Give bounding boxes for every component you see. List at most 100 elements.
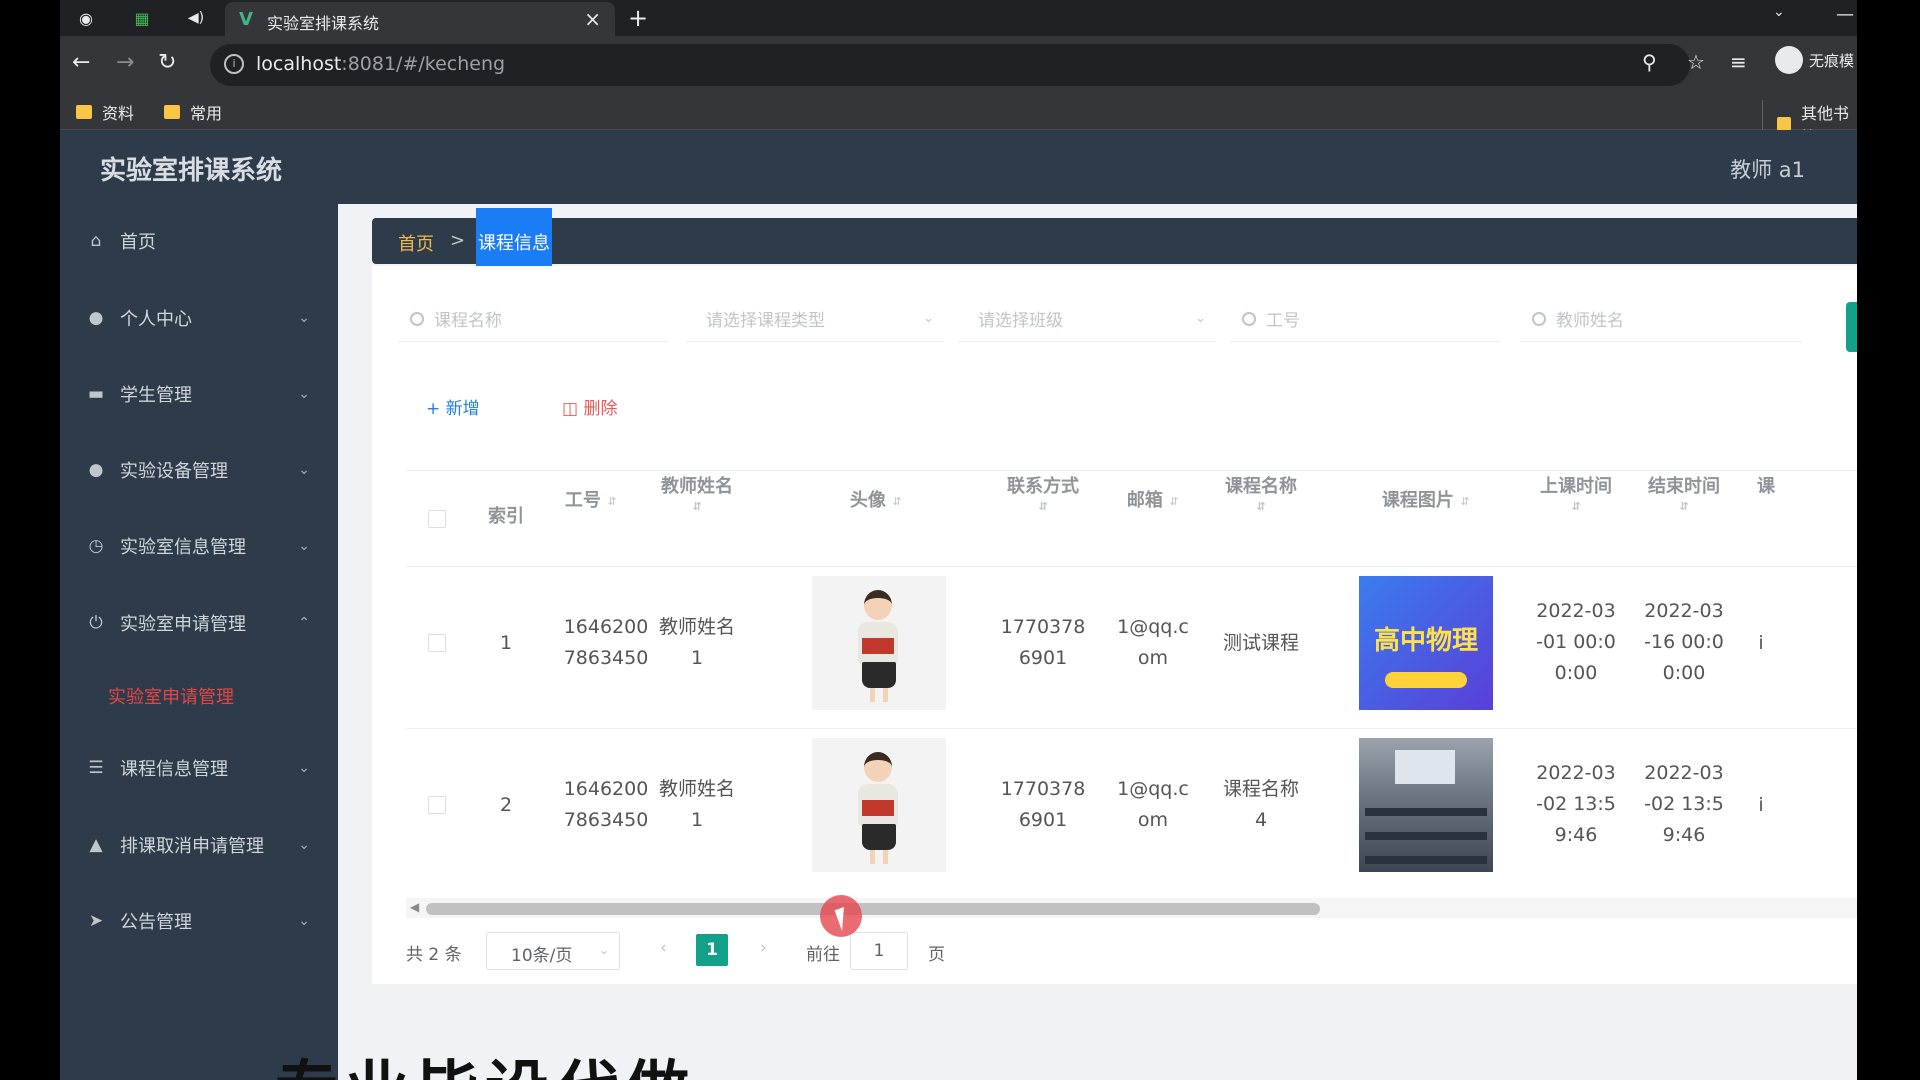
header-teacher-name[interactable]: 教师姓名 ⇵ [642,470,752,566]
delete-label: 删除 [583,399,618,419]
url-field[interactable]: i localhost:8081/#/kecheng [210,44,1690,86]
active-tab[interactable]: V 实验室排课系统 × [225,2,615,36]
cell-line: om [1137,809,1169,831]
placeholder: 请选择班级 [978,311,1063,331]
breadcrumb: 首页 > 课程信息 [372,208,1857,276]
trash-icon: ◫ [562,399,584,419]
audio-icon[interactable]: ◀) [184,6,208,30]
sidebar-item-profile[interactable]: ● 个人中心 ⌄ [60,293,338,343]
bookmark-folder-2[interactable]: 常用 [164,100,222,124]
sidebar-item-home[interactable]: ⌂ 首页 [60,216,338,266]
back-icon[interactable]: ← [72,50,90,75]
delete-button[interactable]: ◫ 删除 [562,394,617,419]
teacher-name-input[interactable]: 教师姓名 [1520,296,1802,342]
sort-icon[interactable]: ⇵ [1206,501,1316,512]
star-icon[interactable]: ☆ [1687,50,1705,74]
sidebar-item-notices[interactable]: ➤ 公告管理 ⌄ [60,896,338,946]
overlay-caption: 专业毕设代做 [275,1040,695,1080]
user-info[interactable]: 教师 a1 [1730,154,1805,184]
sort-icon[interactable]: ⇵ [1526,501,1626,512]
sort-icon[interactable]: ⇵ [642,501,752,512]
course-type-select[interactable]: 请选择课程类型 ⌄ [686,296,944,342]
scroll-thumb[interactable] [426,903,1320,915]
sidebar-item-students[interactable]: ▬ 学生管理 ⌄ [60,369,338,419]
forward-icon[interactable]: → [116,50,134,75]
prev-page-icon[interactable]: ‹ [660,938,667,958]
page-size-select[interactable]: 10条/页 ⌄ [486,932,620,970]
header-course-name[interactable]: 课程名称 ⇵ [1206,470,1316,566]
cell-end-time: 2022-03 -16 00:0 0:00 [1634,596,1734,689]
monitor-icon: ▬ [87,384,105,404]
app-header: 实验室排课系统 教师 a1 [60,130,1857,204]
sidebar-item-lab-info[interactable]: ◷ 实验室信息管理 ⌄ [60,521,338,571]
sort-icon[interactable]: ⇵ [988,501,1098,512]
browser-tab-bar: ◉ ▦ ◀) V 实验室排课系统 × + ⌄ — [60,0,1857,36]
chevron-down-icon: ⌄ [298,837,310,853]
select-all-checkbox[interactable] [428,510,446,528]
cell-line: 1@qq.c [1117,616,1189,638]
sort-icon[interactable]: ⇵ [892,496,902,507]
breadcrumb-home[interactable]: 首页 [398,230,434,256]
new-tab-button[interactable]: + [628,4,648,32]
next-page-icon[interactable]: › [760,938,767,958]
teacher-avatar-image [812,576,946,710]
cell-line: 1@qq.c [1117,778,1189,800]
sidebar-subitem-lab-apply[interactable]: 实验室申请管理 [108,683,234,709]
tab-close-icon[interactable]: × [584,7,601,31]
sidebar-item-lab-apply[interactable]: ⏻ 实验室申请管理 ⌃ [60,598,338,648]
cell-course-name: 课程名称 4 [1206,774,1316,836]
sidebar-item-equipment[interactable]: ● 实验设备管理 ⌄ [60,445,338,495]
chevron-down-icon: ⌄ [1195,311,1206,326]
sheet-icon[interactable]: ▦ [130,6,154,30]
cell-index: 1 [499,632,513,654]
header-contact[interactable]: 联系方式 ⇵ [988,470,1098,566]
course-name-input[interactable]: 课程名称 [398,296,668,342]
site-info-icon[interactable]: i [224,54,244,74]
add-button[interactable]: + 新增 [426,394,480,419]
sort-icon[interactable]: ⇵ [1634,501,1734,512]
cell-line: 9:46 [1554,824,1598,846]
cell-start-time: 2022-03 -01 00:0 0:00 [1526,596,1626,689]
sort-icon[interactable]: ⇵ [607,496,617,507]
profile-button[interactable]: 无痕模 [1775,46,1854,74]
query-button[interactable]: 查 [1846,302,1857,352]
job-no-input[interactable]: 工号 [1230,296,1500,342]
minimize-icon[interactable]: — [1836,4,1854,25]
scroll-left-icon[interactable]: ◀ [410,900,419,914]
cell-index: 2 [499,794,513,816]
total-count: 共 2 条 [406,945,462,965]
page-unit-label: 页 [928,945,945,965]
globe-icon[interactable]: ◉ [74,6,98,30]
sidebar-item-label: 实验室信息管理 [120,537,246,558]
cell-line: 课程名称 [1222,778,1299,800]
cell-line: 2022-03 [1536,600,1616,622]
vue-logo-icon: V [239,9,253,30]
bookmark-folder-1[interactable]: 资料 [76,100,134,124]
page-number-current[interactable]: 1 [696,934,728,966]
header-extra: 课 [1757,476,1775,497]
sidebar-item-label: 公告管理 [120,912,192,933]
classroom-screen [1395,750,1455,784]
sidebar-item-courses[interactable]: ☰ 课程信息管理 ⌄ [60,743,338,793]
class-select[interactable]: 请选择班级 ⌄ [958,296,1216,342]
table-scrollbar[interactable]: ◀ [406,898,1857,918]
chevron-down-icon: ⌄ [923,311,934,326]
key-icon[interactable]: ⚲ [1642,50,1657,74]
home-icon: ⌂ [90,231,102,251]
sort-icon[interactable]: ⇵ [1169,496,1179,507]
cell-line: 1770378 [1000,616,1086,638]
reading-list-icon[interactable]: ≡ [1730,50,1747,74]
reload-icon[interactable]: ↻ [158,50,176,75]
goto-page-input[interactable]: 1 [850,932,908,970]
row-checkbox[interactable] [428,634,446,652]
tab-search-icon[interactable]: ⌄ [1773,4,1785,20]
sidebar-item-cancel-apply[interactable]: ▲ 排课取消申请管理 ⌄ [60,820,338,870]
cell-line: 1 [690,647,704,669]
cell-line: -01 00:0 [1536,631,1616,653]
row-checkbox[interactable] [428,796,446,814]
search-icon [1532,311,1546,326]
sort-icon[interactable]: ⇵ [1460,496,1470,507]
header-start-time[interactable]: 上课时间 ⇵ [1526,470,1626,566]
header-end-time[interactable]: 结束时间 ⇵ [1634,470,1734,566]
send-icon: ➤ [88,911,104,931]
